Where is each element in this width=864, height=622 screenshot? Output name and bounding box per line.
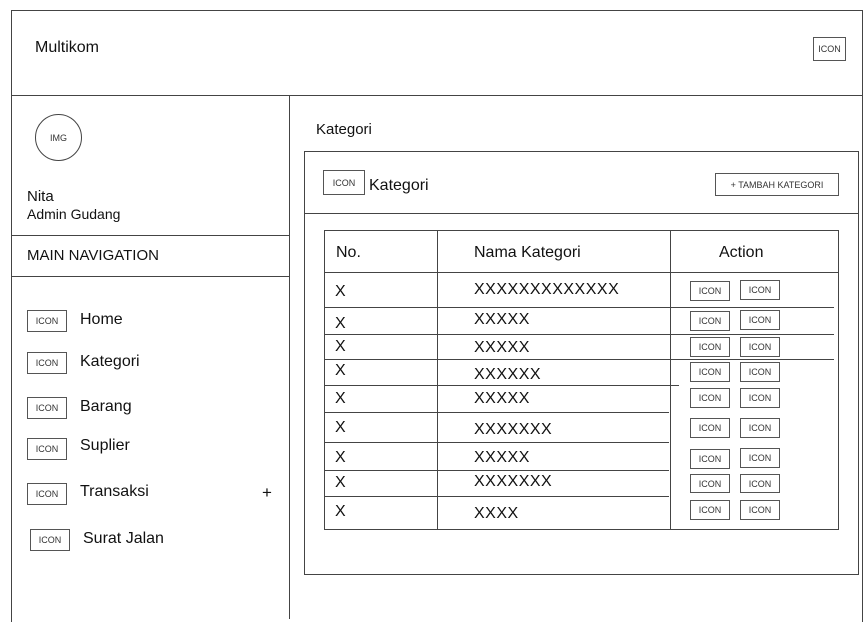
home-icon: ICON xyxy=(27,310,67,332)
row-divider xyxy=(324,272,839,273)
delete-icon[interactable]: ICON xyxy=(740,418,780,438)
sidebar-item-label: Surat Jalan xyxy=(83,530,164,547)
delete-icon[interactable]: ICON xyxy=(740,310,780,330)
header-icon[interactable]: ICON xyxy=(813,37,846,61)
row-name: XXXXX xyxy=(474,311,530,328)
edit-icon[interactable]: ICON xyxy=(690,362,730,382)
sidebar-item-label: Suplier xyxy=(80,437,130,454)
sidebar-divider xyxy=(289,95,290,619)
add-category-button[interactable]: + TAMBAH KATEGORI xyxy=(715,173,839,196)
row-no: X xyxy=(335,362,346,379)
row-divider xyxy=(324,496,669,497)
sidebar-item-label: Barang xyxy=(80,398,132,415)
app-title: Multikom xyxy=(35,39,100,56)
row-name: XXXXX xyxy=(474,390,530,407)
expand-plus-icon[interactable]: + xyxy=(262,483,272,503)
table-col-divider-2 xyxy=(670,230,671,530)
user-name: Nita xyxy=(27,188,54,205)
header-divider xyxy=(11,95,863,96)
transaksi-icon: ICON xyxy=(27,483,67,505)
delete-icon[interactable]: ICON xyxy=(740,280,780,300)
delete-icon[interactable]: ICON xyxy=(740,474,780,493)
delete-icon[interactable]: ICON xyxy=(740,362,780,382)
row-name: XXXXX xyxy=(474,449,530,466)
edit-icon[interactable]: ICON xyxy=(690,337,730,357)
row-divider xyxy=(324,307,834,308)
row-divider xyxy=(324,385,679,386)
nav-heading: MAIN NAVIGATION xyxy=(27,247,159,264)
row-name: XXXXX xyxy=(474,339,530,356)
edit-icon[interactable]: ICON xyxy=(690,449,730,469)
row-name: XXXXXXX xyxy=(474,473,553,490)
panel-icon: ICON xyxy=(323,170,365,195)
edit-icon[interactable]: ICON xyxy=(690,474,730,493)
row-no: X xyxy=(335,449,346,466)
row-no: X xyxy=(335,338,346,355)
sidebar-item-label: Transaksi xyxy=(80,483,149,500)
row-divider xyxy=(324,334,834,335)
delete-icon[interactable]: ICON xyxy=(740,337,780,357)
edit-icon[interactable]: ICON xyxy=(690,281,730,301)
nav-top-divider xyxy=(11,235,289,236)
edit-icon[interactable]: ICON xyxy=(690,311,730,331)
edit-icon[interactable]: ICON xyxy=(690,500,730,520)
edit-icon[interactable]: ICON xyxy=(690,418,730,438)
row-no: X xyxy=(335,390,346,407)
table-col-divider-1 xyxy=(437,230,438,530)
row-no: X xyxy=(335,474,346,491)
header-nama-kategori: Nama Kategori xyxy=(474,244,581,261)
delete-icon[interactable]: ICON xyxy=(740,448,780,468)
row-no: X xyxy=(335,283,346,300)
row-name: XXXX xyxy=(474,505,519,522)
row-divider xyxy=(324,470,669,471)
kategori-icon: ICON xyxy=(27,352,67,374)
avatar-label: IMG xyxy=(50,132,67,143)
user-role: Admin Gudang xyxy=(27,206,121,222)
barang-icon: ICON xyxy=(27,397,67,419)
panel-header-divider xyxy=(304,213,859,214)
row-name: XXXXXXXXXXXXX xyxy=(474,281,620,298)
row-no: X xyxy=(335,315,346,332)
edit-icon[interactable]: ICON xyxy=(690,388,730,408)
suplier-icon: ICON xyxy=(27,438,67,460)
sidebar-item-label: Home xyxy=(80,311,123,328)
row-divider xyxy=(324,412,669,413)
row-divider xyxy=(324,359,834,360)
sidebar-item-label: Kategori xyxy=(80,353,140,370)
surat-jalan-icon: ICON xyxy=(30,529,70,551)
row-no: X xyxy=(335,419,346,436)
avatar: IMG xyxy=(35,114,82,161)
delete-icon[interactable]: ICON xyxy=(740,388,780,408)
delete-icon[interactable]: ICON xyxy=(740,500,780,520)
panel-title: Kategori xyxy=(369,177,429,194)
row-no: X xyxy=(335,503,346,520)
header-no: No. xyxy=(336,244,361,261)
row-name: XXXXXXX xyxy=(474,421,553,438)
header-action: Action xyxy=(719,244,764,261)
page-title: Kategori xyxy=(316,121,372,138)
nav-bottom-divider xyxy=(11,276,289,277)
row-divider xyxy=(324,442,669,443)
row-name: XXXXXX xyxy=(474,366,542,383)
